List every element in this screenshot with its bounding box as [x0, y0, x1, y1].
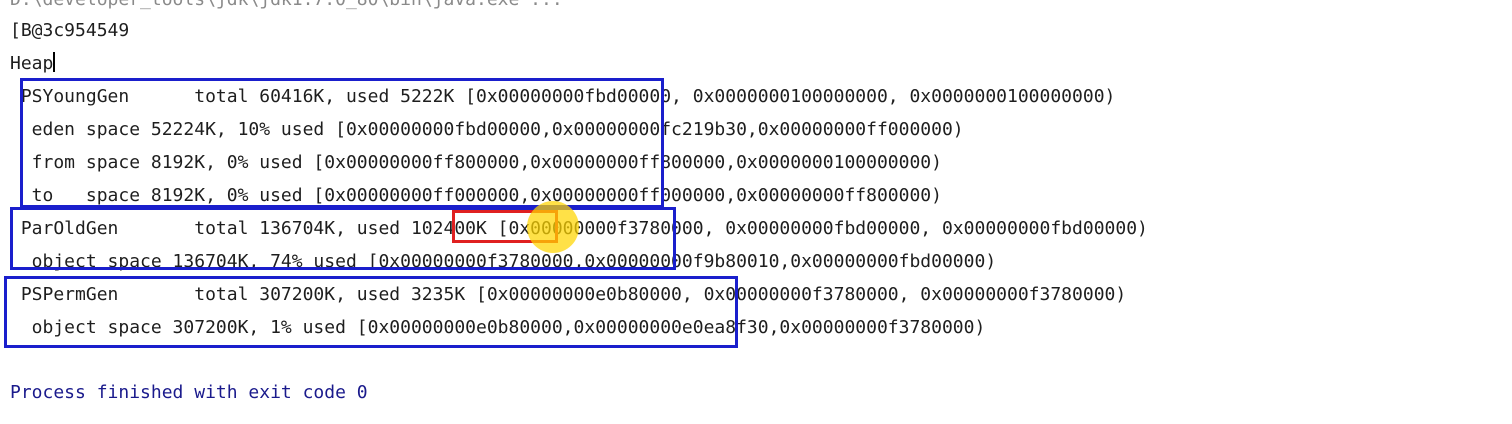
output-line: Heap — [10, 52, 56, 76]
output-line: [B@3c954549 — [10, 20, 130, 41]
exit-message: Process finished with exit code 0 — [10, 382, 368, 403]
mouse-pointer-highlight — [527, 201, 579, 253]
perm-gen-highlight-box — [4, 276, 738, 348]
heap-label: Heap — [10, 53, 54, 74]
command-line: D:\developer_tools\jdk\jdk1.7.0_80\bin\j… — [10, 0, 563, 12]
young-gen-highlight-box — [20, 78, 664, 208]
text-cursor — [53, 52, 56, 72]
console-output: D:\developer_tools\jdk\jdk1.7.0_80\bin\j… — [0, 0, 1512, 424]
